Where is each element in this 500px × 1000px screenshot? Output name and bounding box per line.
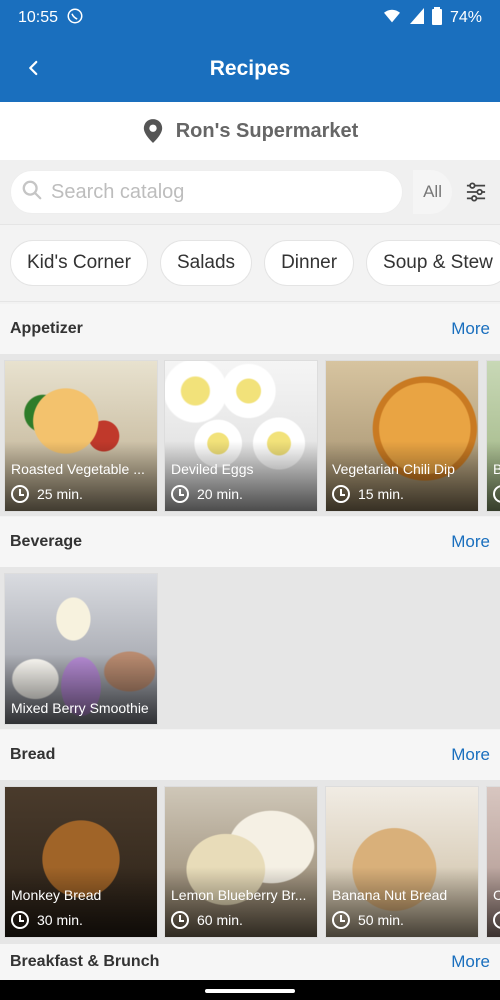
search-row: All xyxy=(0,160,500,224)
section-header: Breakfast & Brunch More xyxy=(0,944,500,980)
more-link[interactable]: More xyxy=(451,532,490,552)
recipe-card[interactable]: Deviled Eggs 20 min. xyxy=(164,360,318,512)
battery-icon xyxy=(431,6,442,30)
recipe-card[interactable]: Lemon Blueberry Br... 60 min. xyxy=(164,786,318,938)
section-title: Breakfast & Brunch xyxy=(10,953,160,970)
category-chip[interactable]: Salads xyxy=(159,240,253,286)
recipe-card[interactable]: Vegetarian Chili Dip 15 min. xyxy=(325,360,479,512)
page-title: Recipes xyxy=(209,57,291,80)
clock-icon xyxy=(11,911,29,929)
recipe-time: 60 min. xyxy=(171,911,243,929)
whatsapp-icon xyxy=(66,7,84,30)
section-beverage: Beverage More Mixed Berry Smoothie xyxy=(0,517,500,729)
recipe-name: Lemon Blueberry Br... xyxy=(171,887,307,903)
recipe-time xyxy=(493,911,500,929)
clock-icon xyxy=(171,485,189,503)
recipe-name: Vegetarian Chili Dip xyxy=(332,461,455,477)
recipe-carousel[interactable]: Mixed Berry Smoothie xyxy=(0,567,500,729)
status-time: 10:55 xyxy=(18,9,59,26)
section-appetizer: Appetizer More Roasted Vegetable ... 25 … xyxy=(0,304,500,516)
recipe-time: 50 min. xyxy=(332,911,404,929)
recipe-name: Roasted Vegetable ... xyxy=(11,461,145,477)
section-header: Bread More xyxy=(0,730,500,780)
clock-icon xyxy=(332,485,350,503)
clock-icon xyxy=(493,911,500,929)
app-bar: Recipes xyxy=(0,36,500,102)
clock-icon xyxy=(332,911,350,929)
recipe-card[interactable]: B xyxy=(486,360,500,512)
recipe-time: 30 min. xyxy=(11,911,83,929)
category-chip[interactable]: Kid's Corner xyxy=(10,240,148,286)
clock-icon xyxy=(11,485,29,503)
recipe-name: Banana Nut Bread xyxy=(332,887,448,903)
signal-icon xyxy=(409,7,424,29)
recipe-time: 25 min. xyxy=(11,485,83,503)
category-chips: Kid's Corner Salads Dinner Soup & Stew xyxy=(0,224,500,302)
filter-sliders-icon[interactable] xyxy=(462,178,490,206)
recipe-card[interactable]: Monkey Bread 30 min. xyxy=(4,786,158,938)
section-header: Appetizer More xyxy=(0,304,500,354)
recipe-time: 20 min. xyxy=(171,485,243,503)
recipe-name: Deviled Eggs xyxy=(171,461,254,477)
recipe-name: Mixed Berry Smoothie xyxy=(11,700,149,716)
section-breakfast-brunch: Breakfast & Brunch More xyxy=(0,944,500,980)
recipe-card[interactable]: C xyxy=(486,786,500,938)
store-name: Ron's Supermarket xyxy=(175,119,359,142)
home-handle[interactable] xyxy=(205,989,295,993)
status-bar: 10:55 74% xyxy=(0,0,500,36)
recipe-card[interactable]: Mixed Berry Smoothie xyxy=(4,573,158,725)
recipe-carousel[interactable]: Roasted Vegetable ... 25 min. Deviled Eg… xyxy=(0,354,500,516)
map-pin-icon xyxy=(142,118,164,144)
search-box[interactable] xyxy=(10,170,404,214)
battery-percent: 74% xyxy=(449,9,482,26)
recipe-time xyxy=(493,485,500,503)
store-selector[interactable]: Ron's Supermarket xyxy=(0,102,500,160)
search-scope-button[interactable]: All xyxy=(413,170,452,214)
search-icon xyxy=(21,179,43,206)
recipe-card[interactable]: Banana Nut Bread 50 min. xyxy=(325,786,479,938)
recipe-card[interactable]: Roasted Vegetable ... 25 min. xyxy=(4,360,158,512)
section-title: Beverage xyxy=(10,533,83,550)
section-title: Appetizer xyxy=(10,320,83,337)
clock-icon xyxy=(171,911,189,929)
search-input[interactable] xyxy=(51,180,393,204)
clock-icon xyxy=(493,485,500,503)
category-chip[interactable]: Dinner xyxy=(264,240,355,286)
more-link[interactable]: More xyxy=(451,745,490,765)
section-header: Beverage More xyxy=(0,517,500,567)
recipe-name: Monkey Bread xyxy=(11,887,102,903)
more-link[interactable]: More xyxy=(451,319,490,339)
wifi-icon xyxy=(382,8,402,29)
section-title: Bread xyxy=(10,746,56,763)
recipe-time: 15 min. xyxy=(332,485,404,503)
recipe-name: B xyxy=(493,461,500,477)
recipe-name: C xyxy=(493,887,500,903)
system-nav-bar xyxy=(0,980,500,1000)
more-link[interactable]: More xyxy=(451,952,490,972)
category-chip[interactable]: Soup & Stew xyxy=(366,240,500,286)
recipe-carousel[interactable]: Monkey Bread 30 min. Lemon Blueberry Br.… xyxy=(0,780,500,970)
section-bread: Bread More Monkey Bread 30 min. Lemon Bl… xyxy=(0,730,500,970)
chevron-left-icon[interactable] xyxy=(16,50,52,86)
